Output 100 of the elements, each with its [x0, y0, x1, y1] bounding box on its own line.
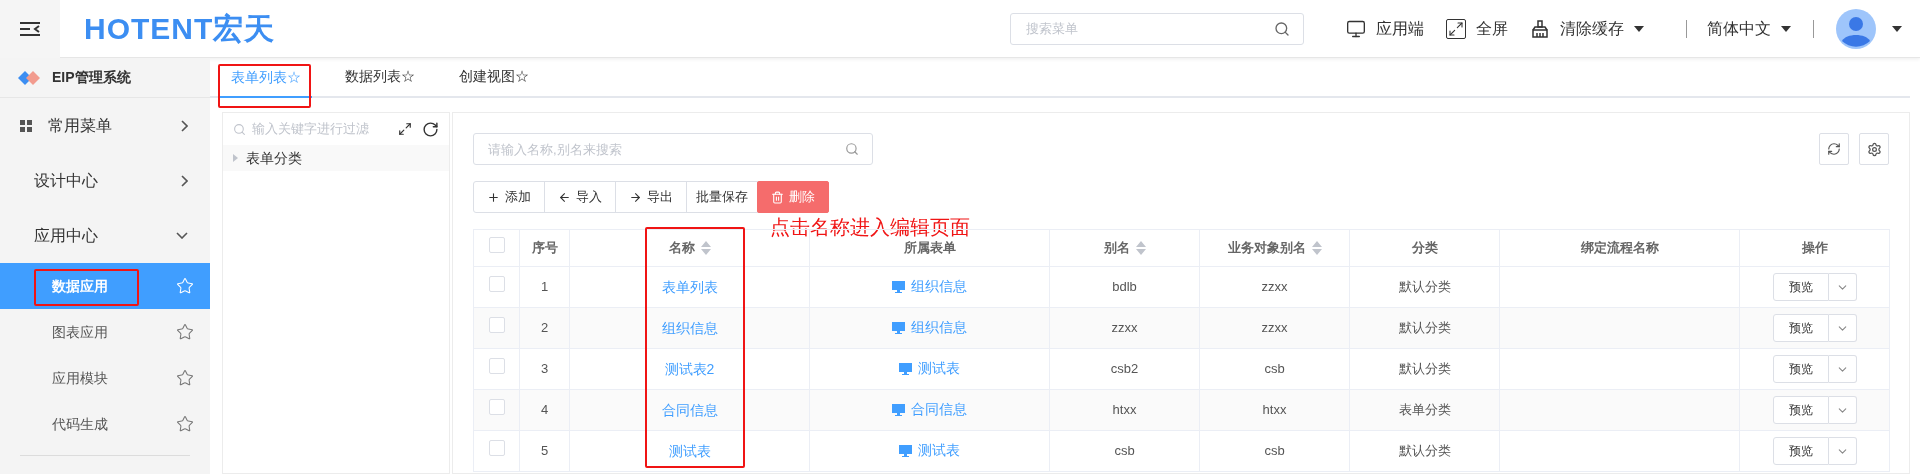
search-icon — [233, 122, 246, 136]
table-cell: zzxx — [1199, 266, 1350, 308]
caret-icon — [1892, 25, 1902, 32]
monitor-icon — [899, 444, 912, 457]
submenu-item[interactable]: 代码生成 — [0, 401, 210, 447]
refresh-icon — [1827, 142, 1841, 156]
monitor-icon — [892, 280, 905, 293]
caret-icon — [1781, 25, 1791, 32]
column-header: 操作 — [1739, 229, 1890, 267]
star-icon[interactable] — [176, 415, 194, 433]
table-cell: zzxx — [1049, 307, 1200, 349]
table-cell: csb — [1049, 430, 1200, 472]
trash-icon — [771, 190, 784, 204]
preview-button[interactable]: 预览 — [1772, 355, 1829, 383]
header-action[interactable]: 应用端 — [1346, 16, 1424, 41]
table-cell: 5 — [519, 430, 570, 472]
system-title: EIP管理系统 — [52, 68, 131, 87]
menu-toggle-button[interactable] — [0, 0, 60, 58]
header-action[interactable]: 简体中文 — [1707, 16, 1791, 41]
avatar — [1836, 8, 1876, 49]
sort-icon[interactable] — [1311, 241, 1322, 255]
menu-item[interactable]: 设计中心 — [0, 153, 210, 208]
checkbox[interactable] — [488, 237, 505, 254]
chevron-icon — [181, 119, 188, 132]
preview-button[interactable]: 预览 — [1772, 437, 1829, 465]
checkbox[interactable] — [488, 317, 505, 334]
arrow-right-icon — [629, 190, 642, 204]
dropdown-button[interactable] — [1828, 314, 1857, 342]
table-cell: csb — [1199, 430, 1350, 472]
checkbox[interactable] — [488, 440, 505, 457]
table-cell: 默认分类 — [1349, 307, 1500, 349]
tab[interactable]: 创建视图☆ — [448, 56, 540, 96]
column-header: 分类 — [1349, 229, 1500, 267]
preview-button[interactable]: 预览 — [1772, 273, 1829, 301]
monitor-icon — [892, 403, 905, 416]
checkbox[interactable] — [488, 276, 505, 293]
table-cell: csb2 — [1049, 348, 1200, 390]
logo-icon — [18, 70, 40, 85]
tree-node[interactable]: 表单分类 — [223, 145, 449, 171]
user-menu-button[interactable] — [1836, 8, 1902, 49]
expand-arrow-icon — [233, 154, 238, 162]
menu-icon — [20, 20, 40, 37]
settings-button[interactable] — [1859, 133, 1889, 165]
tab[interactable]: 数据列表☆ — [334, 56, 426, 96]
toolbar-button[interactable]: 导入 — [544, 181, 616, 213]
monitor-icon — [1346, 18, 1366, 39]
settings-icon — [1866, 141, 1882, 157]
table-cell: 2 — [519, 307, 570, 349]
preview-button[interactable]: 预览 — [1772, 314, 1829, 342]
refresh-icon[interactable] — [422, 120, 439, 138]
table-cell: 默认分类 — [1349, 348, 1500, 390]
grid-icon — [20, 119, 32, 132]
sort-icon[interactable] — [1135, 241, 1146, 255]
chevron-icon — [181, 174, 188, 187]
arrow-left-icon — [558, 190, 571, 204]
column-header: 绑定流程名称 — [1499, 229, 1740, 267]
search-icon — [1274, 20, 1290, 37]
monitor-icon — [892, 321, 905, 334]
table-cell: htxx — [1199, 389, 1350, 431]
search-icon — [845, 142, 859, 156]
refresh-button[interactable] — [1819, 133, 1849, 165]
menu-item[interactable]: 常用菜单 — [0, 98, 210, 153]
toolbar-button[interactable]: 批量保存 — [686, 181, 758, 213]
broom-icon — [1530, 18, 1550, 39]
plus-icon — [487, 190, 500, 204]
table-cell: 1 — [519, 266, 570, 308]
filter-field[interactable]: 输入关键字进行过滤 — [252, 119, 392, 139]
dropdown-button[interactable] — [1828, 273, 1857, 301]
table-cell: bdlb — [1049, 266, 1200, 308]
table-cell: 4 — [519, 389, 570, 431]
column-header: 序号 — [519, 229, 570, 267]
header-action[interactable]: 全屏 — [1446, 16, 1508, 41]
checkbox[interactable] — [488, 399, 505, 416]
star-icon[interactable] — [176, 369, 194, 387]
dropdown-button[interactable] — [1828, 437, 1857, 465]
search-field[interactable]: 请输入名称,别名来搜索 — [473, 133, 873, 165]
caret-icon — [1634, 25, 1644, 32]
table-cell: 默认分类 — [1349, 430, 1500, 472]
table-cell: 3 — [519, 348, 570, 390]
preview-button[interactable]: 预览 — [1772, 396, 1829, 424]
sort-icon[interactable] — [700, 241, 711, 255]
dropdown-button[interactable] — [1828, 355, 1857, 383]
checkbox[interactable] — [488, 358, 505, 375]
table-cell: zzxx — [1199, 307, 1350, 349]
expand-icon[interactable] — [398, 122, 412, 136]
star-icon[interactable] — [176, 323, 194, 341]
menu-item[interactable]: 应用中心 — [0, 208, 210, 263]
table-cell: csb — [1199, 348, 1350, 390]
search-field[interactable]: 搜索菜单 — [1010, 12, 1304, 45]
toolbar-button[interactable]: 添加 — [473, 181, 545, 213]
toolbar-button[interactable]: 导出 — [615, 181, 687, 213]
header-action[interactable]: 清除缓存 — [1530, 16, 1644, 41]
dropdown-button[interactable] — [1828, 396, 1857, 424]
logo: HOTENT宏天 — [84, 11, 276, 47]
submenu-item[interactable]: 应用模块 — [0, 355, 210, 401]
submenu-item[interactable]: 图表应用 — [0, 309, 210, 355]
table-cell: htxx — [1049, 389, 1200, 431]
monitor-icon — [899, 362, 912, 375]
table-cell: 默认分类 — [1349, 266, 1500, 308]
column-header: 别名 — [1049, 229, 1200, 267]
